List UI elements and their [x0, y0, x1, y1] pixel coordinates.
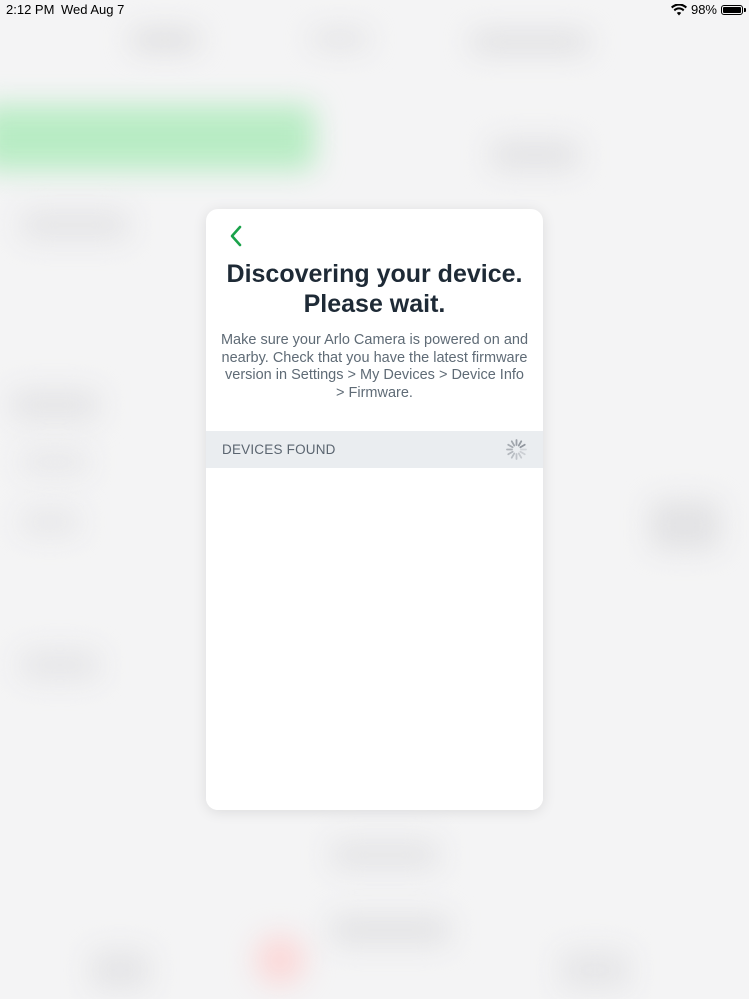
page-title: Discovering your device. Please wait.: [216, 259, 533, 319]
loading-spinner-icon: [506, 439, 527, 460]
spinner-ray: [507, 443, 514, 449]
status-indicators: 98%: [670, 2, 746, 17]
blurred-shape: [90, 950, 150, 990]
blurred-shape: [310, 30, 370, 48]
blurred-shape: [470, 32, 590, 52]
blurred-shape: [20, 450, 90, 474]
devices-found-header: DEVICES FOUND: [206, 431, 543, 468]
spinner-ray: [510, 452, 516, 459]
spinner-ray: [507, 450, 514, 456]
spinner-ray: [519, 443, 526, 449]
status-time: 2:12 PM: [6, 2, 55, 17]
blurred-shape: [20, 210, 130, 240]
spinner-ray: [510, 440, 516, 447]
blurred-shape: [130, 30, 200, 50]
blurred-shape: [490, 140, 580, 170]
battery-icon: [721, 4, 746, 15]
instructions-text: Make sure your Arlo Camera is powered on…: [220, 332, 529, 401]
wifi-icon: [670, 3, 687, 15]
devices-found-label: DEVICES FOUND: [222, 442, 336, 457]
blurred-shape: [10, 390, 100, 420]
blurred-shape: [255, 935, 305, 985]
blurred-shape: [20, 650, 100, 680]
devices-list: [206, 468, 543, 810]
blurred-banner: [0, 105, 315, 170]
blurred-shape: [330, 840, 440, 870]
spinner-ray: [517, 452, 523, 459]
spinner-ray: [519, 450, 526, 456]
back-button[interactable]: [224, 223, 248, 249]
blurred-shape: [560, 950, 630, 990]
battery-percent: 98%: [690, 2, 717, 17]
discovery-modal: Discovering your device. Please wait. Ma…: [206, 209, 543, 810]
blurred-shape: [650, 500, 720, 550]
status-date: Wed Aug 7: [61, 2, 125, 17]
blurred-shape: [20, 510, 80, 534]
title-line-1: Discovering your device.: [226, 260, 523, 288]
status-bar: 2:12 PM Wed Aug 7 98%: [0, 0, 749, 20]
title-line-2: Please wait.: [303, 290, 446, 318]
battery-fill: [723, 6, 741, 13]
blurred-shape: [330, 915, 450, 945]
chevron-left-icon: [230, 225, 242, 247]
spinner-ray: [517, 440, 523, 447]
